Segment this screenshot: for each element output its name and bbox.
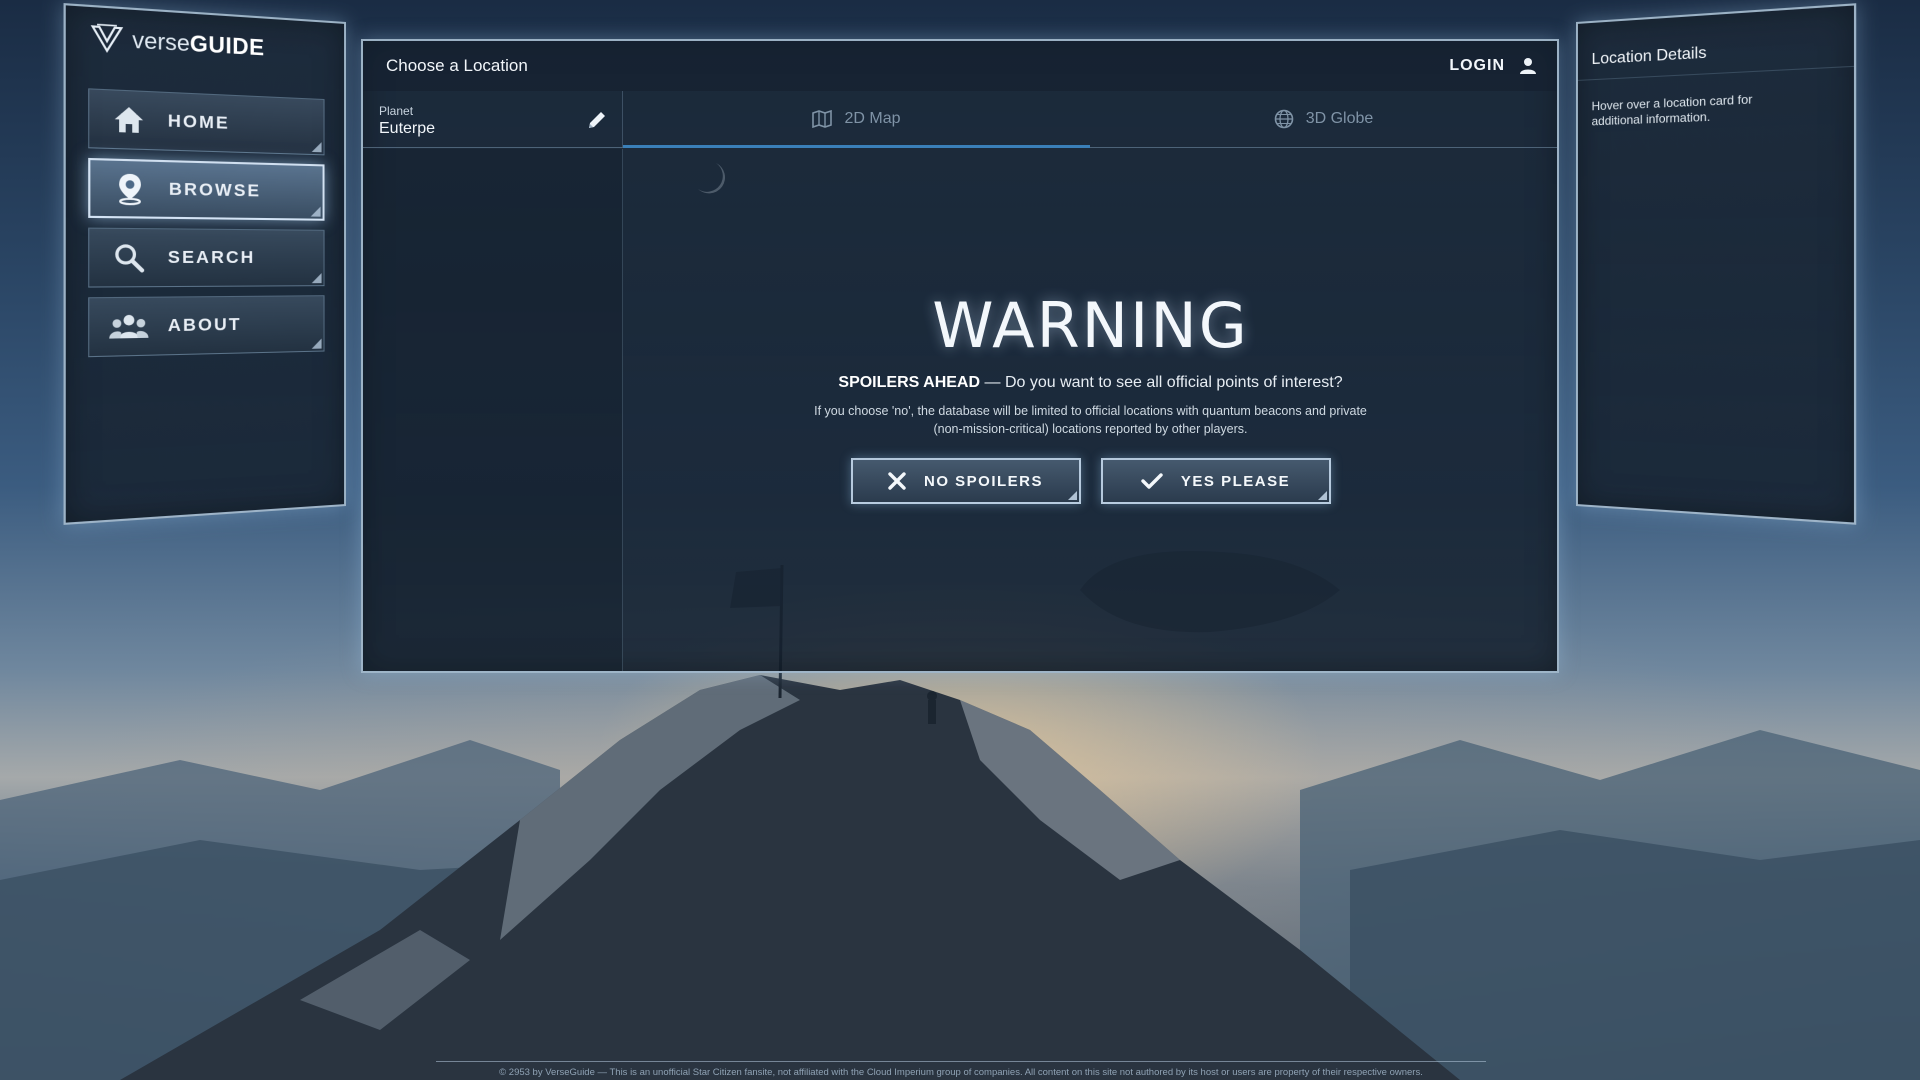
- warning-title: WARNING: [932, 289, 1249, 362]
- sidebar-item-search[interactable]: SEARCH: [88, 227, 325, 288]
- yes-please-button[interactable]: YES PLEASE: [1100, 458, 1331, 504]
- location-selector-row: Planet Euterpe 2D Map 3D Globe: [363, 91, 1557, 148]
- warning-subtitle-strong: SPOILERS AHEAD: [838, 374, 981, 391]
- app-logo[interactable]: verse GUIDE: [90, 22, 265, 64]
- tab-2d-map[interactable]: 2D Map: [623, 91, 1090, 148]
- search-icon: [109, 238, 148, 276]
- map-area: WARNING SPOILERS AHEAD — Do you want to …: [624, 149, 1557, 671]
- sidebar-item-label: ABOUT: [167, 314, 242, 336]
- login-label: LOGIN: [1449, 57, 1505, 74]
- sidebar-item-home[interactable]: HOME: [88, 88, 325, 156]
- no-spoilers-label: NO SPOILERS: [923, 472, 1044, 490]
- yes-please-label: YES PLEASE: [1180, 472, 1291, 490]
- user-icon: [1520, 58, 1536, 74]
- warning-description: If you choose 'no', the database will be…: [814, 404, 1367, 436]
- warning-subtitle: SPOILERS AHEAD — Do you want to see all …: [624, 374, 1557, 392]
- edit-pencil-icon[interactable]: [586, 109, 608, 131]
- details-hint: Hover over a location card for additiona…: [1591, 91, 1753, 129]
- sidebar-item-about[interactable]: ABOUT: [88, 295, 325, 358]
- tab-label: 2D Map: [844, 110, 901, 127]
- tab-label: 3D Globe: [1305, 110, 1374, 127]
- planet-selector[interactable]: Planet Euterpe: [363, 91, 623, 147]
- check-icon: [1141, 473, 1163, 489]
- tab-3d-globe[interactable]: 3D Globe: [1090, 91, 1557, 147]
- moon-decoration: [698, 163, 726, 194]
- details-title: Location Details: [1591, 44, 1707, 69]
- sidebar-panel: verse GUIDE HOME BROWSE SEARCH ABOUT: [63, 3, 347, 525]
- spoiler-warning: WARNING SPOILERS AHEAD — Do you want to …: [624, 289, 1557, 504]
- group-icon: [109, 307, 149, 346]
- location-list-area: [363, 149, 623, 671]
- sidebar-item-browse[interactable]: BROWSE: [88, 157, 325, 221]
- logo-text-suffix: GUIDE: [189, 30, 265, 61]
- logo-text-prefix: verse: [132, 26, 190, 57]
- globe-icon: [1274, 109, 1294, 129]
- logo-icon: [90, 22, 123, 56]
- sidebar-item-label: HOME: [167, 110, 230, 133]
- home-icon: [109, 100, 148, 140]
- location-pin-icon: [110, 169, 149, 208]
- sidebar-nav: HOME BROWSE SEARCH ABOUT: [88, 88, 325, 367]
- no-spoilers-button[interactable]: NO SPOILERS: [850, 458, 1081, 504]
- main-header: Choose a Location LOGIN: [363, 41, 1557, 91]
- warning-actions: NO SPOILERS YES PLEASE: [624, 458, 1557, 504]
- map-icon: [812, 110, 833, 128]
- sidebar-item-label: SEARCH: [167, 247, 256, 268]
- details-divider: [1577, 65, 1854, 81]
- login-button[interactable]: LOGIN: [1449, 57, 1537, 75]
- sidebar-item-label: BROWSE: [168, 179, 262, 201]
- location-details-panel: Location Details Hover over a location c…: [1576, 3, 1857, 525]
- footer-disclaimer: © 2953 by VerseGuide — This is an unoffi…: [436, 1061, 1486, 1078]
- close-icon: [888, 472, 906, 490]
- page-title: Choose a Location: [386, 56, 528, 75]
- main-panel: Choose a Location LOGIN Planet Euterpe 2…: [361, 39, 1559, 673]
- warning-subtitle-text: — Do you want to see all official points…: [980, 374, 1343, 391]
